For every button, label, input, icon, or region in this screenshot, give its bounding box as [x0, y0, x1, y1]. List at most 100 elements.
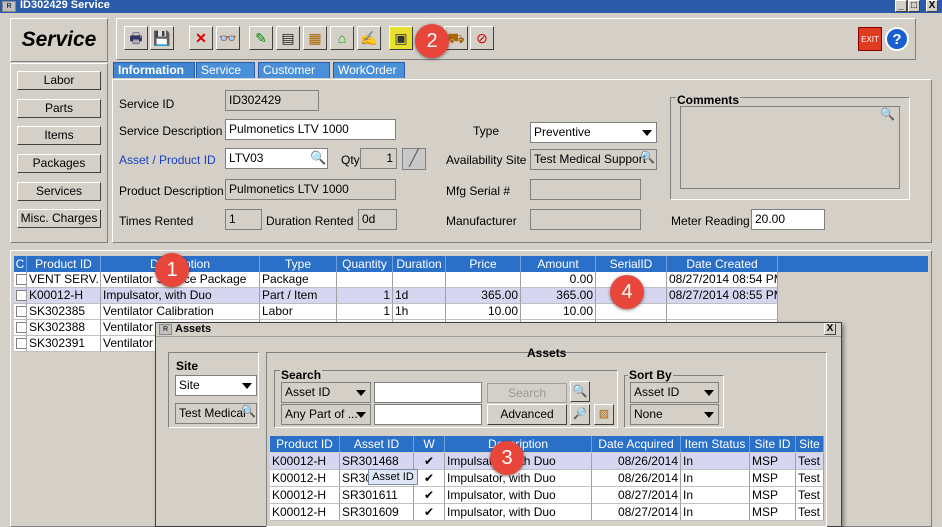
- tooltip: Asset ID: [368, 469, 418, 485]
- search-input-2[interactable]: [374, 404, 482, 425]
- grid-col-header[interactable]: Type: [260, 256, 337, 272]
- assets-col-header[interactable]: Site ID: [750, 436, 796, 452]
- service-id-field: ID302429: [225, 90, 319, 111]
- tab-information[interactable]: Information: [113, 62, 195, 78]
- checkbox[interactable]: [16, 274, 26, 285]
- sort-field-value: Asset ID: [634, 385, 680, 399]
- search-mode-select[interactable]: Any Part of ...: [281, 404, 371, 425]
- print-icon[interactable]: 🖶: [124, 26, 148, 50]
- meter-reading-field[interactable]: 20.00: [751, 209, 825, 230]
- house-icon[interactable]: ⌂: [330, 26, 354, 50]
- close-button[interactable]: X: [926, 0, 938, 12]
- magnify-icon[interactable]: 🔍: [570, 381, 590, 402]
- window-title: ID302429 Service: [20, 0, 110, 11]
- assets-col-header[interactable]: Product ID: [270, 436, 340, 452]
- grid-col-header[interactable]: SerialID: [596, 256, 667, 272]
- table-cell: SR301468: [340, 453, 414, 470]
- table-cell: K00012-H: [270, 487, 340, 504]
- grid-col-header[interactable]: C: [14, 256, 27, 272]
- table-cell: Test I: [796, 453, 824, 470]
- table-cell: 08/27/2014 08:54 PM: [667, 272, 778, 288]
- service-description-field[interactable]: Pulmonetics LTV 1000: [225, 119, 396, 140]
- maximize-button[interactable]: □: [908, 0, 920, 12]
- parts-button[interactable]: Parts: [17, 99, 101, 118]
- grid-col-header[interactable]: Amount: [521, 256, 596, 272]
- search-icon[interactable]: 🔍: [880, 107, 895, 121]
- assets-col-header[interactable]: Item Status: [681, 436, 750, 452]
- row-checkbox[interactable]: [14, 304, 27, 320]
- search-field-select[interactable]: Asset ID: [281, 382, 371, 403]
- row-checkbox[interactable]: [14, 336, 27, 352]
- packages-button[interactable]: Packages: [17, 154, 101, 173]
- minimize-button[interactable]: _: [895, 0, 907, 12]
- save-icon[interactable]: 💾: [150, 26, 174, 50]
- edit-icon[interactable]: ✎: [249, 26, 273, 50]
- checkbox[interactable]: [16, 322, 26, 333]
- help-button[interactable]: ?: [885, 27, 909, 51]
- misc-charges-button[interactable]: Misc. Charges: [17, 209, 101, 228]
- search-icon[interactable]: 🔍: [310, 150, 326, 166]
- exit-button[interactable]: EXIT: [858, 27, 882, 51]
- items-button[interactable]: Items: [17, 126, 101, 145]
- row-checkbox[interactable]: [14, 320, 27, 336]
- grid-col-header[interactable]: Date Created: [667, 256, 778, 272]
- search-icon[interactable]: 🔍: [241, 404, 256, 418]
- chevron-down-icon: [642, 130, 652, 136]
- table-cell: Ventilator Calibration: [101, 304, 260, 320]
- grid-col-header[interactable]: Quantity: [337, 256, 393, 272]
- search-mode-value: Any Part of ...: [285, 407, 358, 421]
- advanced-button[interactable]: Advanced: [487, 404, 567, 425]
- row-checkbox[interactable]: [14, 288, 27, 304]
- find-icon[interactable]: 👓: [216, 26, 240, 50]
- row-checkbox[interactable]: [14, 272, 27, 288]
- chevron-down-icon: [356, 412, 366, 418]
- table-cell: Labor: [260, 304, 337, 320]
- type-select[interactable]: Preventive: [530, 122, 657, 143]
- grid-col-header[interactable]: Product ID: [27, 256, 101, 272]
- times-rented-field: 1: [225, 209, 262, 230]
- assets-col-header[interactable]: W: [414, 436, 445, 452]
- box-icon[interactable]: ▦: [303, 26, 327, 50]
- tab-service[interactable]: Service: [196, 62, 255, 78]
- search-button[interactable]: Search: [487, 383, 567, 403]
- sort-group-label: Sort By: [628, 368, 673, 382]
- table-cell: 1h: [393, 304, 446, 320]
- checkbox[interactable]: [16, 338, 26, 349]
- image-icon[interactable]: ▨: [594, 404, 614, 425]
- scanner-icon[interactable]: ▣: [389, 26, 413, 50]
- checkbox[interactable]: [16, 290, 26, 301]
- table-cell: 08/26/2014: [592, 470, 681, 487]
- grid-col-header[interactable]: Duration: [393, 256, 446, 272]
- table-cell: Test I: [796, 487, 824, 504]
- close-button[interactable]: X: [824, 323, 836, 335]
- comments-field[interactable]: [680, 106, 900, 189]
- table-cell: In: [681, 453, 750, 470]
- edit-qty-button[interactable]: ╱: [402, 148, 426, 170]
- search-icon[interactable]: 🔍: [640, 150, 655, 164]
- search-group-label: Search: [280, 368, 323, 382]
- no-icon[interactable]: ⊘: [470, 26, 494, 50]
- sort-field-select[interactable]: Asset ID: [630, 382, 719, 403]
- cancel-icon[interactable]: ✕: [189, 26, 213, 50]
- search-input[interactable]: [374, 382, 482, 403]
- services-button[interactable]: Services: [17, 182, 101, 201]
- table-cell: In: [681, 504, 750, 521]
- labor-button[interactable]: Labor: [17, 71, 101, 90]
- checkbox[interactable]: [16, 306, 26, 317]
- notes-icon[interactable]: ▤: [276, 26, 300, 50]
- assets-col-header[interactable]: Site: [796, 436, 824, 452]
- duration-rented-field: 0d: [358, 209, 397, 230]
- zoom-icon[interactable]: 🔎: [570, 404, 590, 425]
- asset-product-id-label[interactable]: Asset / Product ID: [119, 153, 216, 167]
- site-select[interactable]: Site: [175, 375, 257, 396]
- assets-col-header[interactable]: Asset ID: [340, 436, 414, 452]
- tab-customer[interactable]: Customer: [258, 62, 330, 78]
- tab-workorder[interactable]: WorkOrder: [333, 62, 405, 78]
- sort-order-select[interactable]: None: [630, 404, 719, 425]
- table-cell: 0.00: [521, 272, 596, 288]
- table-cell: SR301611: [340, 487, 414, 504]
- assets-col-header[interactable]: Date Acquired: [592, 436, 681, 452]
- grid-col-header[interactable]: Price: [446, 256, 521, 272]
- note-icon[interactable]: ✍: [357, 26, 381, 50]
- app-title: Service: [21, 28, 97, 51]
